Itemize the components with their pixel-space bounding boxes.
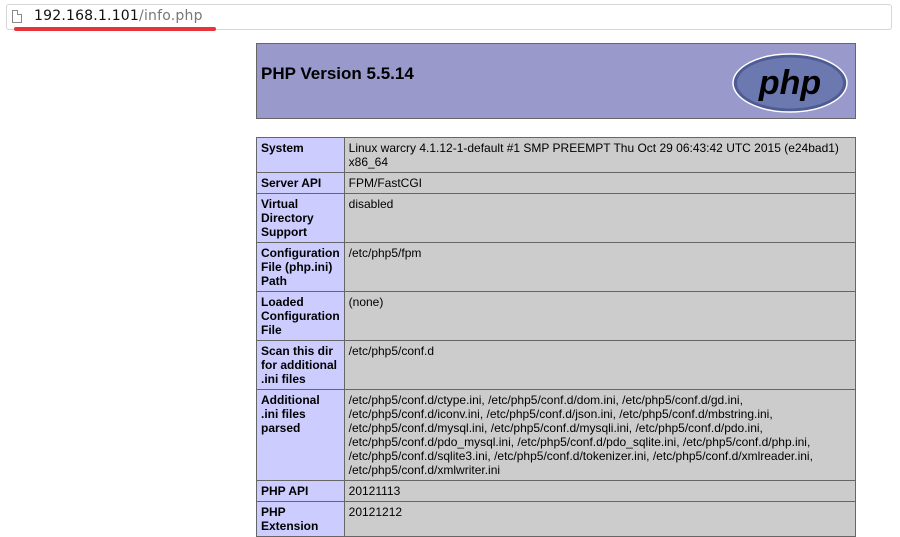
table-row: Configuration File (php.ini) Path/etc/ph…	[256, 242, 857, 292]
row-key: PHP API	[256, 480, 345, 502]
row-key: Configuration File (php.ini) Path	[256, 242, 345, 292]
row-key: Scan this dir for additional .ini files	[256, 340, 345, 390]
row-value: Linux warcry 4.1.12-1-default #1 SMP PRE…	[343, 137, 857, 173]
row-key: Loaded Configuration File	[256, 291, 345, 341]
php-logo-text: php	[758, 64, 821, 102]
phpinfo-header: PHP Version 5.5.14 php	[256, 43, 856, 119]
row-key: Additional .ini files parsed	[256, 389, 345, 481]
phpinfo-container: PHP Version 5.5.14 php System Linux warcr…	[256, 43, 857, 537]
row-value: 20121212	[343, 501, 857, 537]
table-row: System Linux warcry 4.1.12-1-default #1 S…	[256, 137, 857, 173]
table-row: Additional .ini files parsed/etc/php5/co…	[256, 389, 857, 481]
row-value: /etc/php5/conf.d/ctype.ini, /etc/php5/co…	[343, 389, 857, 481]
table-row: Server API FPM/FastCGI	[256, 172, 857, 194]
row-key: System	[256, 137, 345, 173]
row-value: (none)	[343, 291, 857, 341]
url-path: /info.php	[139, 8, 203, 24]
table-row: Loaded Configuration File (none)	[256, 291, 857, 341]
row-value: /etc/php5/fpm	[343, 242, 857, 292]
row-key: Server API	[256, 172, 345, 194]
page-icon	[12, 10, 22, 23]
php-logo-icon: php	[732, 53, 848, 113]
page-title: PHP Version 5.5.14	[261, 64, 414, 83]
url-host: 192.168.1.101	[34, 8, 140, 24]
url-highlight-underline	[14, 27, 216, 31]
row-value: disabled	[343, 193, 857, 243]
info-table: System Linux warcry 4.1.12-1-default #1 S…	[256, 137, 857, 537]
table-row: Virtual Directory Support disabled	[256, 193, 857, 243]
url-text[interactable]: 192.168.1.101/info.php	[34, 8, 203, 24]
table-row: Scan this dir for additional .ini files /…	[256, 340, 857, 390]
table-row: PHP Extension 20121212	[256, 501, 857, 537]
row-value: FPM/FastCGI	[343, 172, 857, 194]
row-value: /etc/php5/conf.d	[343, 340, 857, 390]
row-key: Virtual Directory Support	[256, 193, 345, 243]
row-key: PHP Extension	[256, 501, 345, 537]
table-row: PHP API 20121113	[256, 480, 857, 502]
row-value: 20121113	[343, 480, 857, 502]
browser-address-bar: 192.168.1.101/info.php	[0, 0, 900, 34]
